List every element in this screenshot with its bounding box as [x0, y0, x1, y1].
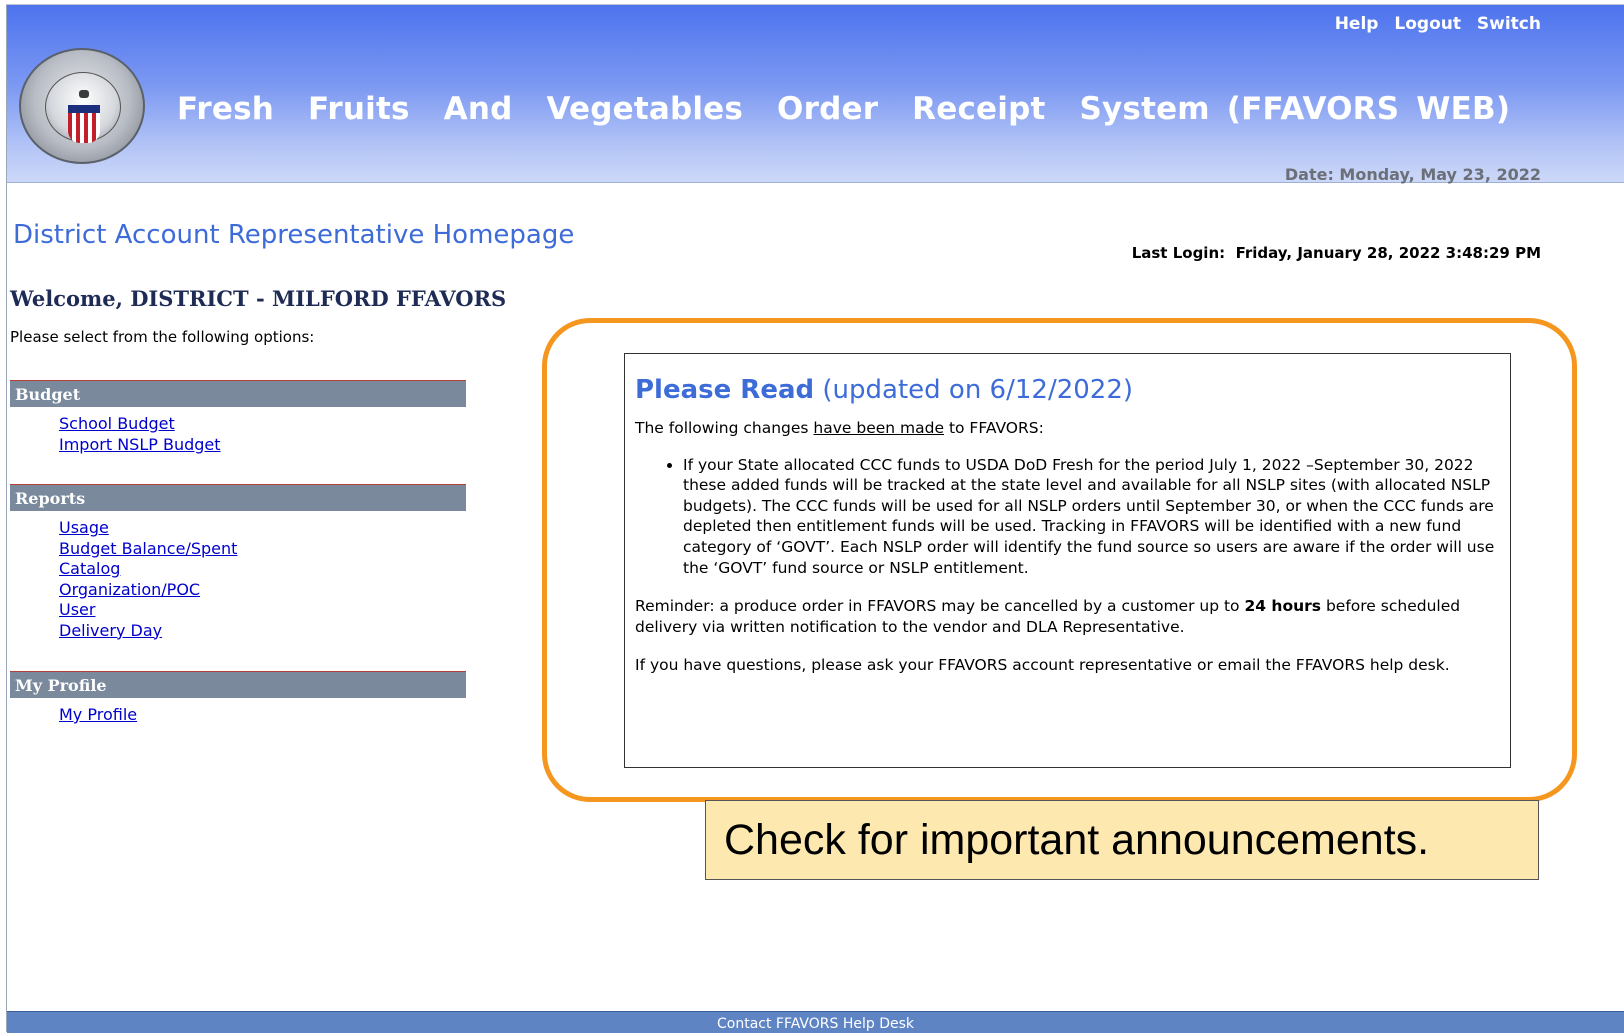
top-links: Help Logout Switch	[1325, 14, 1541, 34]
current-date: Date: Monday, May 23, 2022	[1284, 165, 1541, 184]
intro-text: The following changes	[635, 419, 814, 437]
announcement-box: Please Read (updated on 6/12/2022) The f…	[624, 353, 1511, 768]
reminder-text: Reminder: a produce order in FFAVORS may…	[635, 597, 1245, 616]
menu-header-reports: Reports	[10, 484, 466, 511]
help-link[interactable]: Help	[1335, 14, 1379, 34]
menu-profile-links: My Profile	[59, 705, 137, 726]
intro-underlined: have been made	[813, 419, 945, 437]
switch-link[interactable]: Switch	[1477, 14, 1541, 34]
menu-item-school-budget[interactable]: School Budget	[59, 414, 221, 435]
announcement-bullet: If your State allocated CCC funds to USD…	[683, 455, 1500, 579]
dla-seal-icon	[19, 48, 145, 164]
intro-text-end: to FFAVORS:	[944, 419, 1044, 437]
welcome-message: Welcome, DISTRICT - MILFORD FFAVORS	[10, 286, 507, 311]
menu-item-budget-balance[interactable]: Budget Balance/Spent	[59, 539, 237, 560]
menu-item-my-profile[interactable]: My Profile	[59, 705, 137, 726]
menu-item-user[interactable]: User	[59, 600, 237, 621]
announcement-title: Please Read (updated on 6/12/2022)	[635, 374, 1500, 406]
menu-item-usage[interactable]: Usage	[59, 518, 237, 539]
logout-link[interactable]: Logout	[1394, 14, 1461, 34]
menu-reports-links: Usage Budget Balance/Spent Catalog Organ…	[59, 518, 237, 641]
menu-item-import-nslp-budget[interactable]: Import NSLP Budget	[59, 435, 221, 456]
page-title: District Account Representative Homepage	[13, 220, 575, 250]
instructions-text: Please select from the following options…	[10, 328, 315, 346]
app-header: Help Logout Switch Fresh Fruits And Vege…	[7, 5, 1624, 184]
menu-item-delivery-day[interactable]: Delivery Day	[59, 621, 237, 642]
shield-icon	[68, 105, 100, 143]
menu-header-budget: Budget	[10, 380, 466, 407]
menu-item-organization-poc[interactable]: Organization/POC	[59, 580, 237, 601]
announcement-reminder: Reminder: a produce order in FFAVORS may…	[635, 596, 1500, 637]
announcement-intro: The following changes have been made to …	[635, 418, 1500, 439]
app-title: Fresh Fruits And Vegetables Order Receip…	[177, 91, 1511, 127]
menu-header-my-profile: My Profile	[10, 671, 466, 698]
announcement-title-bold: Please Read	[635, 375, 815, 405]
menu-item-catalog[interactable]: Catalog	[59, 559, 237, 580]
eagle-icon	[79, 90, 89, 98]
footer-help-desk-link[interactable]: Contact FFAVORS Help Desk	[7, 1011, 1624, 1033]
reminder-bold: 24 hours	[1244, 597, 1322, 616]
announcement-list: If your State allocated CCC funds to USD…	[635, 455, 1500, 579]
menu-budget-links: School Budget Import NSLP Budget	[59, 414, 221, 455]
announcement-title-date: (updated on 6/12/2022)	[814, 375, 1134, 405]
seal-center	[45, 72, 121, 143]
callout-annotation: Check for important announcements.	[705, 800, 1539, 880]
announcement-questions: If you have questions, please ask your F…	[635, 656, 1450, 675]
last-login: Last Login: Friday, January 28, 2022 3:4…	[1131, 244, 1541, 262]
